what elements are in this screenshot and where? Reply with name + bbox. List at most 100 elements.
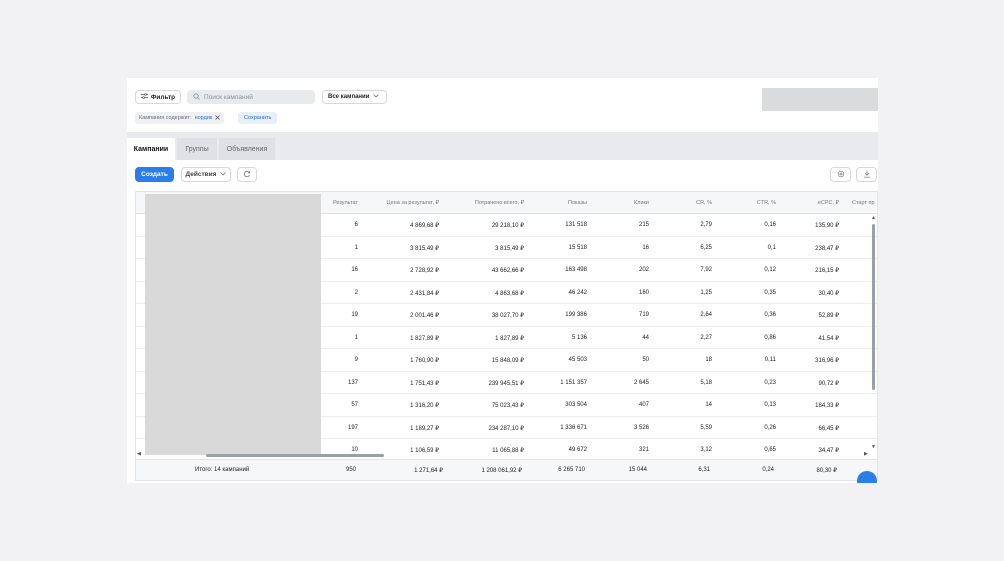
total-result: 950 (345, 467, 356, 473)
cell-ecpc: 34,47 ₽ (818, 448, 840, 454)
cell-result: 197 (347, 424, 358, 431)
cell-cr: 1,25 (700, 289, 712, 296)
cell-clicks: 16 (642, 244, 649, 251)
filter-chip[interactable]: Кампания содержит: нордик (135, 112, 225, 124)
redacted-area (762, 88, 878, 111)
chevron-down-icon (373, 94, 380, 100)
cell-result: 1 (354, 334, 358, 341)
col-spent-total[interactable]: Потрачено всего, ₽ (475, 200, 524, 206)
cell-ctr: 0,1 (767, 244, 776, 251)
horizontal-scrollbar[interactable] (206, 454, 384, 457)
top-bar: Фильтр Поиск кампаний Все кампании Кампа… (127, 78, 878, 132)
cell-ctr: 0,35 (764, 289, 776, 296)
cell-clicks: 160 (638, 289, 649, 296)
search-placeholder: Поиск кампаний (204, 93, 253, 101)
vertical-scrollbar[interactable] (872, 224, 875, 390)
total-cr: 6,31 (698, 467, 710, 473)
search-input[interactable]: Поиск кампаний (187, 90, 315, 104)
total-clicks: 15 044 (628, 467, 647, 473)
cell-clicks: 202 (638, 267, 649, 273)
cell-ctr: 0,16 (764, 222, 776, 228)
close-icon[interactable] (215, 114, 221, 122)
cell-ctr: 0,23 (764, 379, 776, 386)
cell-ecpc: 184,33 ₽ (815, 403, 839, 409)
filter-button[interactable]: Фильтр (135, 90, 181, 104)
cell-clicks: 2 645 (633, 379, 649, 386)
cell-spent-total: 43 662,66 ₽ (491, 268, 524, 274)
tab-groups[interactable]: Группы (177, 138, 217, 160)
cell-ctr: 0,65 (764, 447, 776, 453)
col-ctr[interactable]: CTR, % (757, 200, 776, 206)
cell-result: 137 (347, 379, 358, 386)
cell-ecpc: 30,40 ₽ (818, 290, 840, 297)
cell-ctr: 0,13 (764, 402, 776, 408)
cell-result: 2 (354, 289, 358, 296)
actions-label: Действия (185, 171, 217, 178)
scroll-left-icon[interactable]: ◀ (137, 451, 141, 457)
col-ecpc[interactable]: eCPC, ₽ (818, 200, 839, 206)
col-cr[interactable]: CR, % (696, 200, 712, 206)
cell-result: 19 (351, 312, 358, 318)
scroll-right-icon[interactable]: ▶ (864, 451, 868, 457)
save-filter-button[interactable]: Сохранить (238, 112, 278, 124)
cell-ctr: 0,12 (764, 267, 776, 273)
cell-ctr: 0,36 (764, 312, 776, 318)
redacted-campaign-names (145, 194, 321, 455)
cell-cost-per-result: 1 106,59 ₽ (410, 448, 439, 454)
campaigns-table: Результат Цена за результат, ₽ Потрачено… (135, 191, 878, 461)
cell-impressions: 5 136 (571, 334, 587, 341)
tab-ads[interactable]: Объявления (219, 138, 275, 160)
total-impressions: 6 265 710 (558, 467, 585, 473)
cell-clicks: 719 (638, 312, 649, 318)
cell-ecpc: 52,89 ₽ (818, 313, 840, 319)
col-clicks[interactable]: Клики (634, 200, 649, 206)
cell-cost-per-result: 4 869,68 ₽ (410, 223, 439, 229)
toolbar: Создать Действия (127, 160, 878, 190)
cell-ecpc: 316,96 ₽ (815, 358, 839, 364)
refresh-icon (243, 170, 251, 180)
cell-cr: 5,18 (700, 379, 712, 386)
cell-cr: 2,64 (700, 312, 712, 318)
campaign-select[interactable]: Все кампании (322, 90, 387, 104)
cell-result: 16 (351, 267, 358, 273)
sliders-icon (140, 93, 148, 101)
cell-cost-per-result: 2 001,46 ₽ (410, 313, 439, 319)
cell-result: 6 (354, 222, 358, 228)
actions-dropdown[interactable]: Действия (181, 167, 231, 182)
create-button[interactable]: Создать (135, 167, 174, 182)
cell-ecpc: 66,45 ₽ (818, 425, 840, 432)
cell-ctr: 0,11 (764, 357, 776, 363)
cell-spent-total: 38 027,70 ₽ (491, 313, 524, 319)
cell-ecpc: 238,47 ₽ (815, 245, 839, 252)
total-ecpc: 80,30 ₽ (816, 468, 838, 474)
cell-cr: 2,27 (700, 334, 712, 341)
col-impressions[interactable]: Показы (568, 200, 587, 206)
cell-spent-total: 234 287,10 ₽ (488, 425, 524, 432)
refresh-button[interactable] (237, 167, 257, 182)
cell-spent-total: 11 065,88 ₽ (492, 448, 524, 454)
cell-impressions: 199 386 (565, 312, 587, 318)
cell-spent-total: 3 815,49 ₽ (495, 245, 524, 252)
total-ctr: 0,24 (762, 467, 774, 473)
download-button[interactable] (856, 167, 877, 182)
cell-ecpc: 41,54 ₽ (818, 335, 840, 342)
scroll-down-icon[interactable]: ▼ (871, 444, 876, 450)
cell-impressions: 46 242 (568, 289, 587, 296)
total-row: Итого: 14 кампаний 950 1 271,64 ₽ 1 208 … (135, 459, 878, 481)
total-spent: 1 208 061,92 ₽ (481, 468, 522, 474)
col-result[interactable]: Результат (333, 200, 358, 206)
scroll-up-icon[interactable]: ▲ (871, 215, 876, 221)
cell-ctr: 0,86 (764, 334, 776, 341)
cell-cr: 6,25 (700, 244, 712, 251)
col-cost-per-result[interactable]: Цена за результат, ₽ (387, 200, 439, 206)
cell-result: 10 (351, 447, 358, 453)
col-start[interactable]: Старт пр (852, 200, 875, 206)
cell-result: 1 (354, 244, 358, 251)
cell-cost-per-result: 1 316,20 ₽ (410, 403, 439, 409)
cell-impressions: 1 151 357 (560, 379, 587, 386)
filter-label: Фильтр (150, 93, 176, 101)
cell-cr: 2,79 (700, 222, 712, 228)
cell-impressions: 15 518 (568, 244, 587, 251)
settings-button[interactable] (830, 167, 851, 182)
tab-campaigns[interactable]: Кампании (127, 138, 175, 160)
